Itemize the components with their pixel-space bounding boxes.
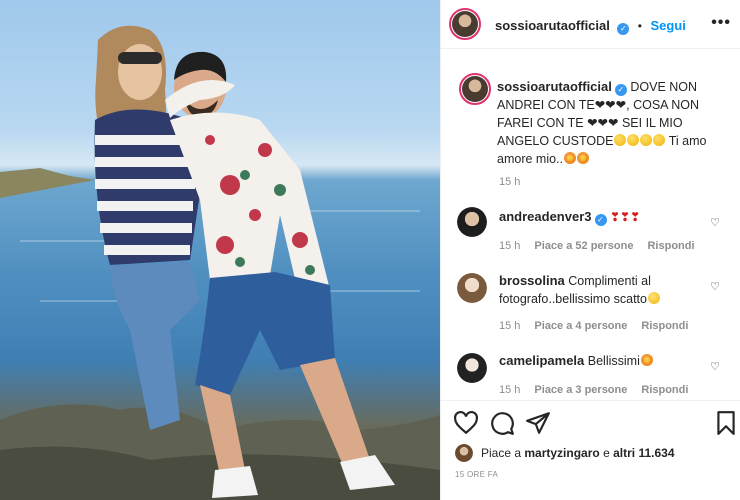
follow-button[interactable]: Segui bbox=[650, 18, 685, 33]
comment: brossolina Complimenti al fotografo..bel… bbox=[499, 272, 709, 308]
red-heart-emoji-icon: ❣❣❣ bbox=[609, 210, 641, 224]
comment-meta: 15 h Piace a 52 persone Rispondi bbox=[499, 240, 695, 252]
star-eyes-emoji-icon bbox=[564, 152, 576, 164]
header-username[interactable]: sossioarutaofficial bbox=[495, 18, 610, 33]
heart-icon[interactable]: ♡ bbox=[710, 280, 720, 293]
comment-likes[interactable]: Piace a 4 persone bbox=[534, 320, 627, 332]
comment-meta: 15 h Piace a 3 persone Rispondi bbox=[499, 384, 688, 396]
kiss-emoji-icon bbox=[640, 134, 653, 146]
comment-username[interactable]: andreadenver3 bbox=[499, 209, 592, 224]
kiss-emoji-icon bbox=[614, 134, 627, 146]
verified-icon: ✓ bbox=[594, 214, 607, 226]
post-side-panel: sossioarutaofficial ✓ • Segui ••• sossio… bbox=[440, 0, 740, 500]
woman-jeans bbox=[110, 262, 200, 430]
comment-likes[interactable]: Piace a 52 persone bbox=[534, 240, 633, 252]
kiss-emoji-icon bbox=[653, 134, 666, 146]
reply-button[interactable]: Rispondi bbox=[641, 384, 688, 396]
kiss-emoji-icon bbox=[627, 134, 640, 146]
comment: andreadenver3 ✓ ❣❣❣ bbox=[499, 208, 709, 226]
bookmark-icon[interactable] bbox=[713, 410, 739, 436]
caption-avatar[interactable] bbox=[459, 73, 491, 105]
reply-button[interactable]: Rispondi bbox=[647, 240, 694, 252]
man-shoe-left bbox=[212, 466, 258, 498]
comment-avatar[interactable] bbox=[457, 273, 487, 303]
separator-dot: • bbox=[637, 19, 642, 33]
comment: camelipamela Bellissimi bbox=[499, 352, 709, 370]
verified-icon: ✓ bbox=[614, 84, 627, 96]
likes-summary[interactable]: Piace a martyzingaro e altri 11.634 bbox=[481, 446, 675, 460]
liker-avatar[interactable] bbox=[455, 444, 473, 462]
comment-username[interactable]: brossolina bbox=[499, 273, 565, 288]
likes-mid: e bbox=[603, 446, 610, 460]
post-photo[interactable] bbox=[0, 0, 440, 500]
comment-text: Bellissimi bbox=[587, 354, 640, 368]
photo-illustration bbox=[0, 25, 440, 500]
more-options-icon[interactable]: ••• bbox=[711, 14, 731, 32]
star-eyes-emoji-icon bbox=[640, 354, 653, 366]
share-icon[interactable] bbox=[525, 410, 551, 436]
distant-coast bbox=[0, 168, 95, 198]
comment-time: 15 h bbox=[499, 240, 521, 252]
avatar[interactable] bbox=[449, 8, 481, 40]
likes-prefix: Piace a bbox=[481, 446, 522, 460]
post-header: sossioarutaofficial ✓ • Segui ••• bbox=[441, 0, 740, 49]
comment-time: 15 h bbox=[499, 320, 521, 332]
heart-icon[interactable]: ♡ bbox=[710, 216, 720, 229]
liker-username[interactable]: martyzingaro bbox=[524, 446, 599, 460]
post-date[interactable]: 15 ORE FA bbox=[455, 470, 498, 479]
smile-emoji-icon bbox=[648, 292, 660, 304]
caption-time: 15 h bbox=[499, 176, 521, 188]
post-caption: sossioarutaofficial ✓ DOVE NON ANDREI CON… bbox=[497, 78, 729, 168]
heart-icon[interactable]: ♡ bbox=[710, 360, 720, 373]
comment-username[interactable]: camelipamela bbox=[499, 353, 584, 368]
post-actions: Piace a martyzingaro e altri 11.634 15 O… bbox=[441, 400, 740, 490]
comment-meta: 15 h Piace a 4 persone Rispondi bbox=[499, 320, 688, 332]
verified-icon: ✓ bbox=[617, 23, 630, 35]
comment-icon[interactable] bbox=[489, 410, 515, 436]
reply-button[interactable]: Rispondi bbox=[641, 320, 688, 332]
comment-avatar[interactable] bbox=[457, 207, 487, 237]
caption-username[interactable]: sossioarutaofficial bbox=[497, 79, 612, 94]
star-eyes-emoji-icon bbox=[577, 152, 589, 164]
comment-avatar[interactable] bbox=[457, 353, 487, 383]
comment-time: 15 h bbox=[499, 384, 521, 396]
likes-others[interactable]: altri 11.634 bbox=[613, 446, 674, 460]
comment-likes[interactable]: Piace a 3 persone bbox=[534, 384, 627, 396]
heart-icon[interactable] bbox=[453, 410, 479, 436]
sunglasses bbox=[118, 52, 162, 64]
